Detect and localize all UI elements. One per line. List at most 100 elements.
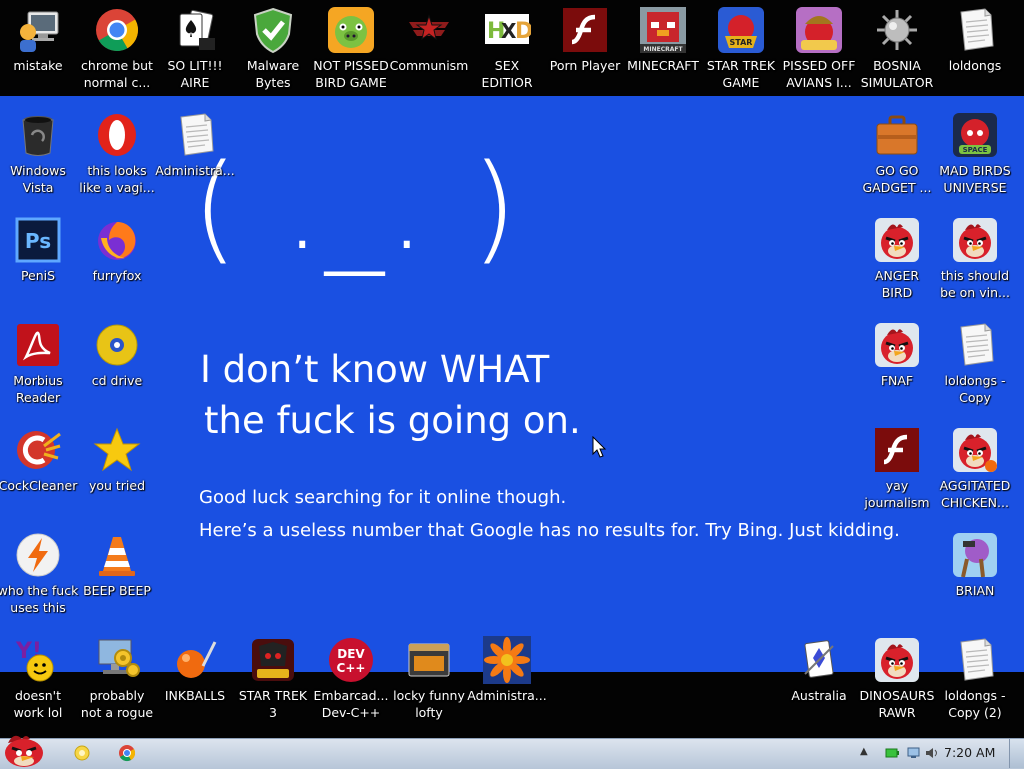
desktop-icon-bosnia-simulator[interactable]: BOSNIA SIMULATOR	[857, 0, 937, 104]
battery-icon[interactable]	[884, 745, 900, 761]
document-icon	[171, 111, 219, 159]
solitaire-card-icon	[804, 640, 834, 678]
desktop-icon-mad-birds-universe[interactable]: SPACE MAD BIRDS UNIVERSE	[935, 105, 1015, 209]
desktop-icon-minecraft[interactable]: MINECRAFT MINECRAFT	[623, 0, 703, 104]
desktop-icon-loldongs-copy-2[interactable]: loldongs - Copy (2)	[935, 630, 1015, 734]
chrome-icon	[96, 9, 139, 52]
desktop-icon-communism[interactable]: Communism	[389, 0, 469, 104]
flash-player-icon	[563, 8, 607, 52]
svg-text:STAR: STAR	[730, 38, 753, 47]
volume-icon[interactable]	[924, 745, 940, 761]
desktop-icon-aggitated-chicken[interactable]: AGGITATED CHICKEN...	[935, 420, 1015, 524]
desktop-icon-mistake[interactable]: mistake	[0, 0, 78, 104]
computer-gear-icon	[98, 639, 140, 677]
desktop-icon-cockcleaner[interactable]: CockCleaner	[0, 420, 78, 524]
star-wars-game-icon	[252, 639, 294, 681]
document-icon	[951, 6, 999, 54]
desktop-icon-porn-player[interactable]: Porn Player	[545, 0, 625, 104]
mouse-pointer-icon	[592, 436, 607, 458]
yahoo-messenger-icon: Y!	[15, 639, 54, 682]
playing-cards-icon	[179, 9, 215, 50]
network-icon[interactable]	[906, 745, 922, 761]
document-icon	[951, 321, 999, 369]
briefcase-icon	[876, 115, 918, 155]
desktop-icon-windows-vista[interactable]: Windows Vista	[0, 105, 78, 209]
ccleaner-icon	[17, 431, 61, 469]
desktop-icon-fnaf[interactable]: FNAF	[857, 315, 937, 419]
taskbar-chrome-icon[interactable]	[114, 741, 140, 765]
svg-text:MINECRAFT: MINECRAFT	[643, 46, 683, 53]
desktop-icon-inkballs[interactable]: INKBALLS	[155, 630, 235, 734]
document-icon	[951, 636, 999, 684]
communism-emblem-icon	[409, 14, 449, 41]
desktop-icon-devcpp[interactable]: DEV C++ Embarcad... Dev-C++	[311, 630, 391, 734]
minecraft-angry-bird-icon: MINECRAFT	[640, 7, 686, 53]
bsod-headline: I don’t know WHAT the fuck is going on.	[200, 348, 581, 442]
desktop-icon-dinosaurs-rawr[interactable]: DINOSAURS RAWR	[857, 630, 937, 734]
opera-icon	[98, 114, 136, 156]
desktop-icon-who-uses-this[interactable]: who the fuck uses this	[0, 525, 78, 629]
desktop-icon-malwarebytes[interactable]: Malware Bytes	[233, 0, 313, 104]
application-window-icon	[408, 643, 450, 677]
show-desktop-button[interactable]	[1009, 739, 1024, 768]
vlc-cone-icon	[99, 537, 135, 576]
angry-birds-space-icon: SPACE	[953, 113, 997, 157]
desktop-icon-solitaire[interactable]: SO LIT!!! AIRE	[155, 0, 235, 104]
desktop-icon-morbius-reader[interactable]: Morbius Reader	[0, 315, 78, 419]
angry-bird-icon	[873, 636, 921, 684]
computer-user-icon	[20, 11, 59, 52]
taskbar-explorer-icon[interactable]	[69, 741, 95, 765]
flash-player-icon	[875, 428, 919, 472]
spiky-mine-icon	[877, 10, 917, 50]
desktop-icon-australia[interactable]: Australia	[779, 630, 859, 734]
desktop-icon-probably-not-rogue[interactable]: probably not a rogue	[77, 630, 157, 734]
desktop-icon-star-trek-game[interactable]: STAR STAR TREK GAME	[701, 0, 781, 104]
desktop-icon-star-trek-3[interactable]: STAR TREK 3	[233, 630, 313, 734]
svg-text:Ps: Ps	[25, 229, 51, 253]
desktop-icon-opera[interactable]: this looks like a vagi...	[77, 105, 157, 209]
desktop-icon-loldongs[interactable]: loldongs	[935, 0, 1015, 104]
firefox-icon	[98, 222, 136, 260]
flower-image-icon	[483, 636, 531, 684]
desktop-icon-pissed-off-avians[interactable]: PISSED OFF AVIANS I...	[779, 0, 859, 104]
desktop-icon-you-tried[interactable]: you tried	[77, 420, 157, 524]
angry-bird-icon	[951, 216, 999, 264]
hxd-editor-icon: H X D	[485, 14, 531, 44]
desktop-icon-lofty[interactable]: locky funny lofty	[389, 630, 469, 734]
ink-ball-icon	[177, 641, 217, 678]
desktop-icon-not-pissed-bird[interactable]: NOT PISSED BIRD GAME	[311, 0, 391, 104]
desktop-icon-yahoo[interactable]: Y! doesn't work lol	[0, 630, 78, 734]
desktop-icon-administrator-1[interactable]: Administra...	[155, 105, 235, 209]
desktop-icon-this-should[interactable]: this should be on vin...	[935, 210, 1015, 314]
desktop-icon-cd-drive[interactable]: cd drive	[77, 315, 157, 419]
acrobat-reader-icon	[17, 324, 59, 366]
start-button-angry-bird-icon[interactable]	[2, 731, 46, 768]
desktop-icon-sex-editior[interactable]: H X D SEX EDITIOR	[467, 0, 547, 104]
desktop-icon-brian[interactable]: BRIAN	[935, 525, 1015, 629]
angry-bird-icon	[873, 321, 921, 369]
desktop-icon-go-go-gadget[interactable]: GO GO GADGET ...	[857, 105, 937, 209]
photoshop-icon: Ps	[15, 217, 61, 263]
green-pig-icon	[328, 7, 374, 53]
desktop-icon-administrator-2[interactable]: Administra...	[467, 630, 547, 734]
svg-text:D: D	[515, 19, 531, 44]
desktop-icon-chrome[interactable]: chrome but normal c...	[77, 0, 157, 104]
cd-disc-icon	[96, 324, 138, 366]
svg-text:C++: C++	[337, 661, 366, 675]
svg-text:SPACE: SPACE	[963, 146, 988, 154]
desktop-icon-yay-journalism[interactable]: yay journalism	[857, 420, 937, 524]
tray-show-hidden-icon[interactable]: ▲	[860, 746, 872, 758]
desktop-icon-anger-bird[interactable]: ANGER BIRD	[857, 210, 937, 314]
desktop-icon-beep-beep[interactable]: BEEP BEEP	[77, 525, 157, 629]
desktop-icon-furryfox[interactable]: furryfox	[77, 210, 157, 314]
bsod-subtext-2: Here’s a useless number that Google has …	[199, 520, 900, 541]
desktop-icon-loldongs-copy[interactable]: loldongs - Copy	[935, 315, 1015, 419]
angry-bird-icon	[951, 426, 999, 474]
desktop-icon-penis-photoshop[interactable]: Ps PeniS	[0, 210, 78, 314]
angry-birds-star-wars-icon: STAR	[718, 7, 764, 53]
recycle-bin-icon	[22, 116, 54, 156]
angry-birds-seasons-icon	[796, 7, 842, 53]
taskbar-clock[interactable]: 7:20 AM	[944, 745, 995, 760]
bsod-subtext-1: Good luck searching for it online though…	[199, 487, 567, 508]
dev-cpp-icon: DEV C++	[329, 638, 373, 682]
